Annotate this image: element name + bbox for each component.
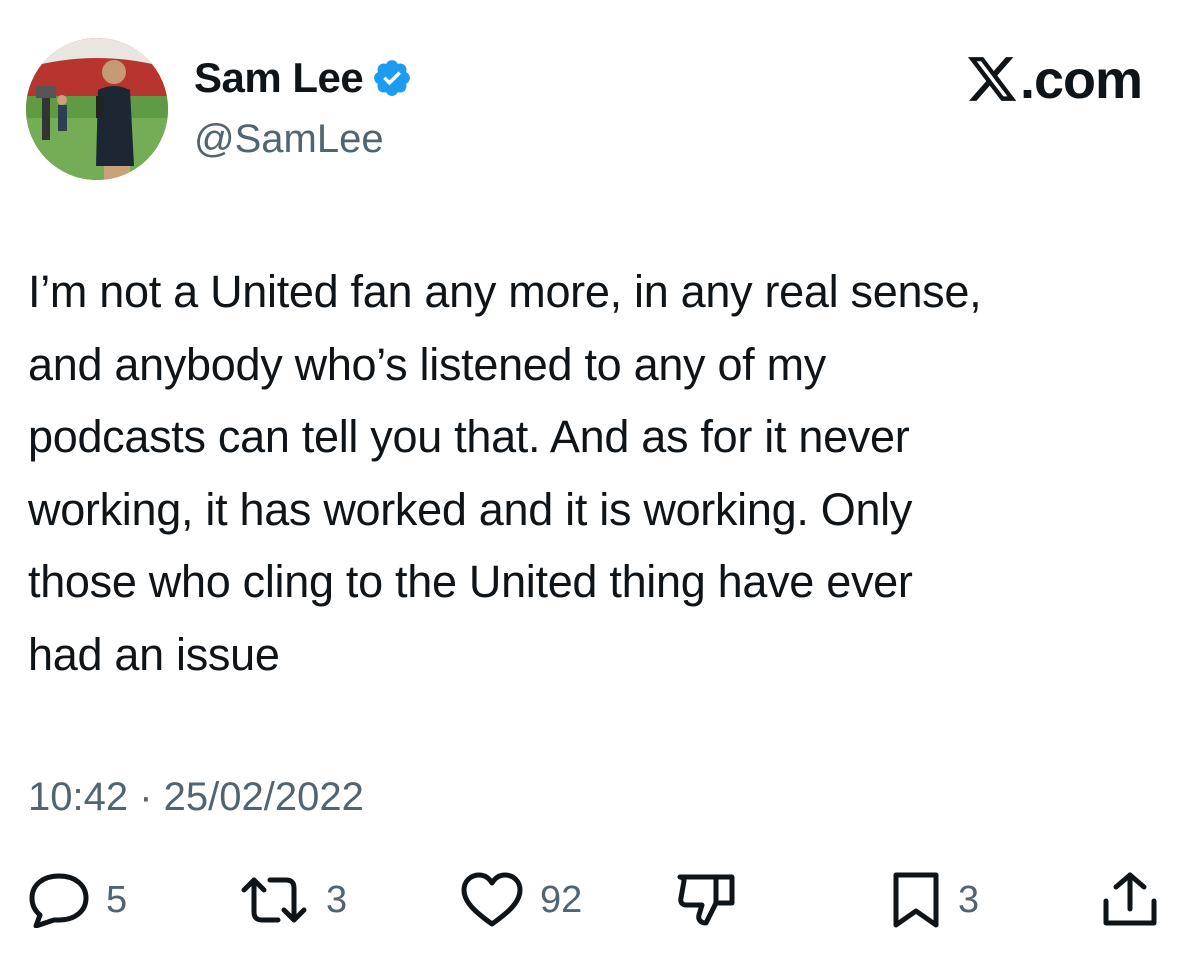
bookmark-icon bbox=[893, 872, 939, 928]
reply-icon bbox=[29, 873, 89, 928]
share-button[interactable] bbox=[1100, 872, 1160, 928]
avatar[interactable] bbox=[26, 38, 168, 180]
retweet-button[interactable]: 3 bbox=[238, 872, 347, 928]
tweet-line: had an issue bbox=[28, 628, 280, 680]
display-name[interactable]: Sam Lee bbox=[194, 52, 413, 104]
bookmark-button[interactable]: 3 bbox=[890, 872, 979, 928]
tweet-line: working, it has worked and it is working… bbox=[28, 483, 913, 535]
tweet-line: I’m not a United fan any more, in any re… bbox=[28, 266, 982, 317]
brand-logo: .com bbox=[967, 50, 1143, 110]
retweet-count: 3 bbox=[326, 878, 348, 921]
reply-count: 5 bbox=[106, 878, 128, 921]
display-name-text: Sam Lee bbox=[194, 54, 364, 101]
thumbs-down-icon bbox=[677, 874, 735, 926]
tweet-text: I’m not a United fan any more, in any re… bbox=[28, 256, 1178, 692]
reply-button[interactable]: 5 bbox=[28, 872, 127, 928]
x-logo-icon bbox=[967, 57, 1017, 101]
user-handle[interactable]: @SamLee bbox=[194, 114, 384, 164]
avatar-photo bbox=[26, 38, 168, 180]
like-button[interactable]: 92 bbox=[460, 872, 582, 928]
verified-badge-icon bbox=[374, 60, 411, 96]
bookmark-count: 3 bbox=[958, 878, 980, 921]
like-count: 92 bbox=[540, 878, 583, 921]
tweet-line: and anybody who’s listened to any of my bbox=[28, 338, 826, 390]
dislike-button[interactable] bbox=[676, 872, 736, 928]
tweet-timestamp[interactable]: 10:42 · 25/02/2022 bbox=[28, 772, 364, 822]
heart-icon bbox=[461, 872, 523, 927]
tweet-line: podcasts can tell you that. And as for i… bbox=[28, 411, 910, 463]
tweet-line: those who cling to the United thing have… bbox=[28, 556, 913, 608]
share-icon bbox=[1103, 872, 1157, 926]
retweet-icon bbox=[241, 877, 307, 923]
brand-label: .com bbox=[1019, 50, 1143, 110]
